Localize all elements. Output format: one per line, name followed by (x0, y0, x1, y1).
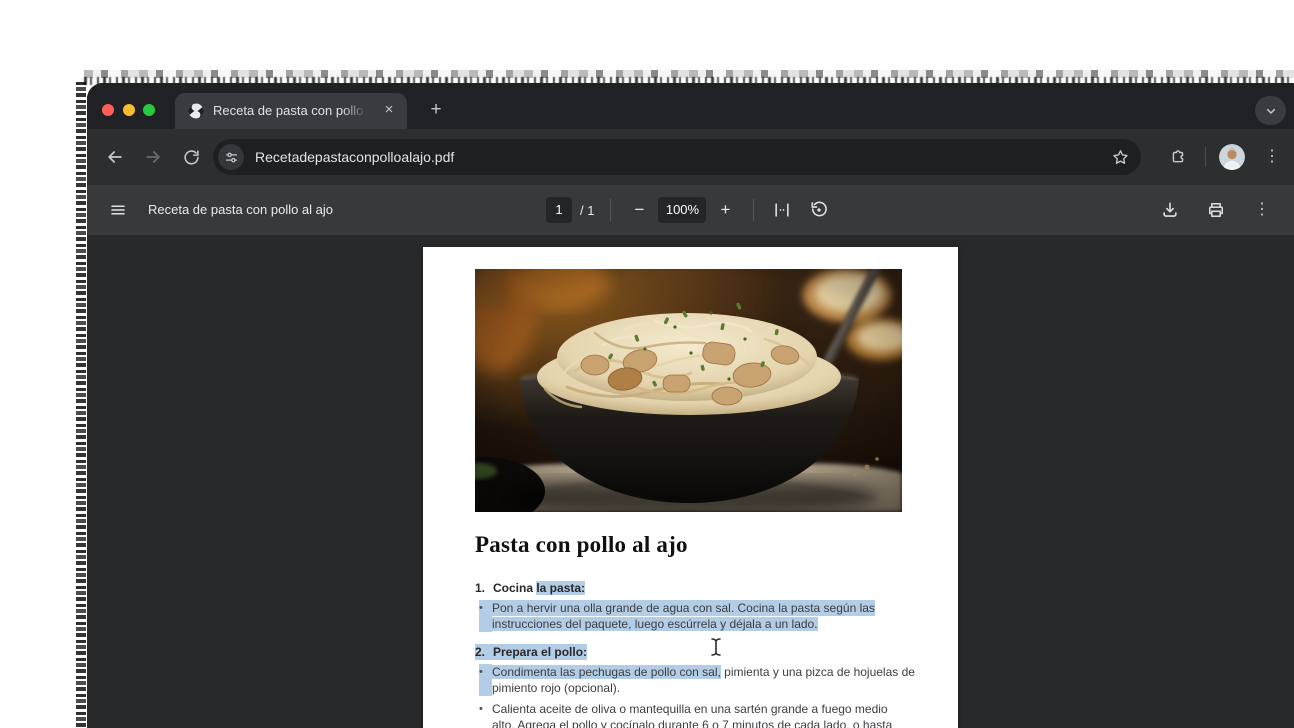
tab-close-icon[interactable]: × (379, 93, 399, 129)
address-bar[interactable]: Recetadepastaconpolloalajo.pdf (213, 139, 1141, 175)
download-icon (1163, 202, 1177, 217)
active-tab[interactable]: Receta de pasta con pollo al ajo × (175, 93, 407, 129)
step-2-bullet-1: • Condimenta las pechugas de pollo con s… (475, 664, 919, 696)
selected-text: Condimenta las pechugas de pollo con sal… (492, 665, 721, 679)
pdf-toolbar-divider (753, 199, 755, 221)
back-arrow-icon (108, 151, 122, 163)
star-icon (1112, 149, 1128, 164)
step-number: 2. (475, 644, 493, 660)
toolbar-divider (1205, 147, 1206, 167)
tab-favicon-globe-icon (188, 103, 204, 119)
tab-search-button[interactable] (1255, 96, 1286, 125)
selected-text: instrucciones del paquete, luego escúrre… (492, 617, 818, 631)
profile-avatar[interactable] (1219, 144, 1245, 170)
pdf-viewer[interactable]: Pasta con pollo al ajo 1. Cocina la past… (87, 235, 1294, 728)
browser-menu-button[interactable]: ⋮ (1260, 145, 1284, 169)
rotate-ccw-icon (812, 201, 828, 217)
chevron-down-icon (1266, 108, 1275, 114)
tab-title-fade (343, 93, 373, 129)
puzzle-piece-icon (1172, 150, 1184, 163)
pdf-page[interactable]: Pasta con pollo al ajo 1. Cocina la past… (423, 247, 958, 728)
step-2-heading: 2. Prepara el pollo: (475, 644, 919, 660)
forward-arrow-icon (146, 151, 160, 163)
recipe-photo-pasta-bowl (475, 269, 902, 512)
print-button[interactable] (1204, 198, 1228, 222)
bullet-icon: • (479, 664, 492, 696)
bullet-icon: • (479, 600, 492, 632)
pdf-toolbar-divider (610, 199, 612, 221)
page-count-label: / 1 (580, 202, 595, 218)
bookmark-button[interactable] (1108, 145, 1132, 169)
step-1-heading: 1. Cocina la pasta: (475, 580, 919, 596)
pdf-toolbar-right: ⋮ (1158, 198, 1294, 222)
zoom-in-button[interactable]: + (713, 198, 737, 222)
browser-window: Receta de pasta con pollo al ajo × + (87, 83, 1294, 728)
step-2-bullet-2: • Calienta aceite de oliva o mantequilla… (475, 701, 919, 728)
reload-icon (183, 149, 199, 165)
download-button[interactable] (1158, 198, 1182, 222)
macos-minimize-button[interactable] (123, 104, 135, 116)
pdf-page-controls: 1 / 1 − 100% + (546, 185, 831, 235)
page-number-input[interactable]: 1 (546, 197, 572, 223)
selected-text: la pasta: (536, 581, 586, 595)
recipe-title: Pasta con pollo al ajo (475, 532, 688, 557)
text-cursor-ibeam-icon (709, 637, 723, 662)
pdf-more-button[interactable]: ⋮ (1250, 198, 1274, 222)
selected-text: Pon a hervir una olla grande de agua con… (492, 600, 875, 616)
site-settings-chip[interactable] (218, 144, 244, 170)
recipe-steps: 1. Cocina la pasta: • Pon a hervir una o… (475, 580, 919, 728)
zoom-level-input[interactable]: 100% (658, 197, 707, 223)
fit-width-icon (775, 203, 790, 217)
torn-edge-left (76, 82, 86, 728)
back-button[interactable] (101, 143, 129, 171)
forward-button[interactable] (139, 143, 167, 171)
selected-text: Prepara el pollo: (493, 644, 588, 660)
extensions-button[interactable] (1163, 143, 1191, 171)
url-text[interactable]: Recetadepastaconpolloalajo.pdf (255, 139, 454, 175)
bullet-text: Condimenta las pechugas de pollo con sal… (492, 665, 915, 695)
fit-to-width-button[interactable] (770, 198, 794, 222)
tune-icon (225, 152, 237, 162)
bullet-text: Pon a hervir una olla grande de agua con… (492, 600, 875, 632)
browser-toolbar: Recetadepastaconpolloalajo.pdf ⋮ (87, 129, 1294, 185)
hamburger-icon (111, 205, 125, 215)
pdf-menu-button[interactable] (108, 200, 128, 220)
zoom-out-button[interactable]: − (627, 198, 651, 222)
bullet-icon: • (479, 703, 483, 715)
avatar-image (1219, 144, 1245, 170)
macos-fullscreen-button[interactable] (143, 104, 155, 116)
macos-close-button[interactable] (102, 104, 114, 116)
step-heading-text: Cocina la pasta: (493, 581, 586, 595)
pdf-toolbar: Receta de pasta con pollo al ajo 1 / 1 −… (87, 185, 1294, 235)
rotate-button[interactable] (807, 198, 831, 222)
bullet-text: Calienta aceite de oliva o mantequilla e… (492, 702, 893, 728)
print-icon (1209, 203, 1223, 217)
step-1-bullet-1: • Pon a hervir una olla grande de agua c… (475, 600, 919, 632)
new-tab-button[interactable]: + (421, 93, 451, 129)
reload-button[interactable] (177, 143, 205, 171)
screenshot-stage: Receta de pasta con pollo al ajo × + (0, 0, 1294, 728)
pdf-document-title: Receta de pasta con pollo al ajo (148, 202, 334, 217)
step-number: 1. (475, 581, 486, 595)
tab-strip: Receta de pasta con pollo al ajo × + (87, 83, 1294, 129)
